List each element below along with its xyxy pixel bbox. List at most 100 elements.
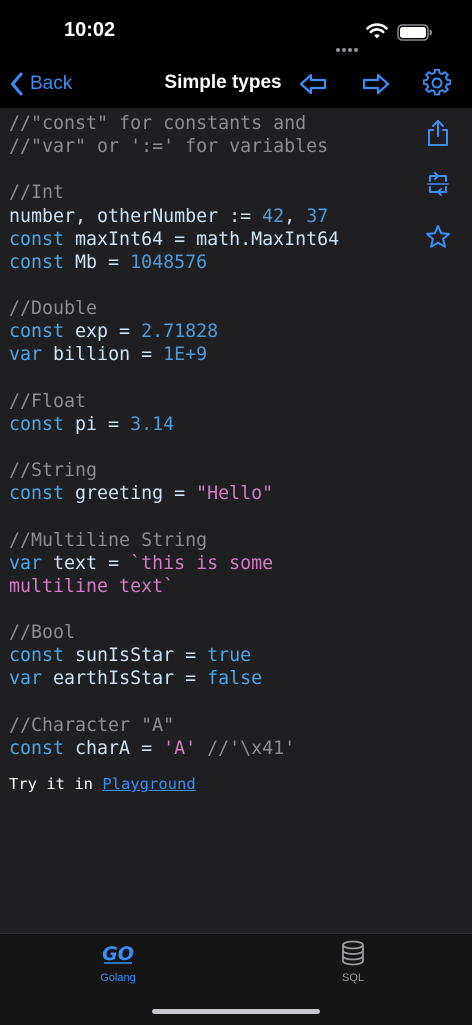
code-token: 3.14 xyxy=(130,413,175,435)
svg-text:GO: GO xyxy=(102,943,134,965)
code-line: //Float xyxy=(9,390,339,413)
wifi-icon xyxy=(366,23,388,39)
code-token: maxInt64 = math.MaxInt64 xyxy=(64,228,340,250)
battery-icon xyxy=(397,24,432,41)
code-line: //Multiline String xyxy=(9,529,339,552)
tab-golang-label: Golang xyxy=(100,972,136,984)
home-indicator xyxy=(152,1009,320,1014)
code-token: greeting = xyxy=(64,483,197,505)
code-line: const pi = 3.14 xyxy=(9,413,339,436)
code-line: const charA = 'A' //'\x41' xyxy=(9,737,339,760)
code-token: const xyxy=(9,483,65,505)
code-token: , xyxy=(284,205,307,227)
gear-icon[interactable] xyxy=(423,69,451,97)
code-line: //Bool xyxy=(9,621,339,644)
code-block: //"const" for constants and//"var" or ':… xyxy=(9,112,339,760)
code-token: //'\x41' xyxy=(196,737,296,759)
code-token: charA = xyxy=(64,737,164,759)
code-token: billion = xyxy=(42,344,164,366)
code-token: //Int xyxy=(9,182,65,204)
code-token: 2.71828 xyxy=(141,321,219,343)
code-line: var earthIsStar = false xyxy=(9,667,339,690)
tab-sql[interactable]: SQL xyxy=(293,940,413,984)
code-line: const Mb = 1048576 xyxy=(9,251,339,274)
page-title: Simple types xyxy=(164,72,282,93)
database-icon xyxy=(342,940,364,966)
code-token: var xyxy=(9,668,43,690)
code-token: var xyxy=(9,344,43,366)
code-token: //Bool xyxy=(9,622,76,644)
back-button[interactable]: Back xyxy=(10,68,72,100)
playground-link[interactable]: Playground xyxy=(102,775,195,793)
code-token: const xyxy=(9,645,65,667)
code-view: //"const" for constants and//"var" or ':… xyxy=(0,108,472,933)
code-token: //String xyxy=(9,460,98,482)
code-token: sunIsStar = xyxy=(64,645,208,667)
code-token: const xyxy=(9,321,65,343)
code-line: var billion = 1E+9 xyxy=(9,343,339,366)
share-icon[interactable] xyxy=(425,119,451,147)
playground-hint: Try it in Playground xyxy=(9,775,196,793)
code-token: 37 xyxy=(306,205,329,227)
chevron-left-icon xyxy=(11,72,23,96)
status-time: 10:02 xyxy=(64,19,116,41)
signal-dots-icon xyxy=(336,37,360,56)
code-line: const maxInt64 = math.MaxInt64 xyxy=(9,228,339,251)
code-token: 1048576 xyxy=(130,251,208,273)
back-label: Back xyxy=(30,73,73,94)
star-icon[interactable] xyxy=(425,224,451,250)
code-token: number, otherNumber := xyxy=(9,205,263,227)
tab-sql-label: SQL xyxy=(341,972,364,984)
code-token: //Character "A" xyxy=(9,714,175,736)
rotate-icon[interactable] xyxy=(425,171,451,197)
arrow-right-icon[interactable] xyxy=(362,72,390,96)
code-token: 1E+9 xyxy=(163,344,208,366)
status-bar: 10:02 xyxy=(0,0,472,60)
code-token: const xyxy=(9,228,65,250)
code-token: exp = xyxy=(64,321,142,343)
code-line: const greeting = "Hello" xyxy=(9,482,339,505)
code-line: //String xyxy=(9,459,339,482)
code-token: earthIsStar = xyxy=(42,668,208,690)
code-line: const exp = 2.71828 xyxy=(9,320,339,343)
code-line: //Double xyxy=(9,297,339,320)
arrow-left-icon[interactable] xyxy=(299,72,327,96)
code-token: pi = xyxy=(64,413,131,435)
code-token: 'A' xyxy=(163,737,197,759)
code-token: `this is some xyxy=(130,552,274,574)
code-token: //Multiline String xyxy=(9,529,208,551)
code-token: //"var" or ':=' for variables xyxy=(9,136,329,158)
code-line: multiline text` xyxy=(9,575,339,598)
code-token: const xyxy=(9,737,65,759)
code-line: number, otherNumber := 42, 37 xyxy=(9,205,339,228)
code-token: false xyxy=(207,668,263,690)
code-token: const xyxy=(9,413,65,435)
code-line: //Character "A" xyxy=(9,714,339,737)
code-token: "Hello" xyxy=(196,483,274,505)
playground-prefix: Try it in xyxy=(9,775,103,793)
code-line: //"var" or ':=' for variables xyxy=(9,135,339,158)
golang-icon: GO xyxy=(102,943,134,965)
code-token: 42 xyxy=(262,205,285,227)
code-line: var text = `this is some xyxy=(9,552,339,575)
code-line: //"const" for constants and xyxy=(9,112,339,135)
code-line: const sunIsStar = true xyxy=(9,644,339,667)
code-line: //Int xyxy=(9,181,339,204)
tab-golang[interactable]: GO Golang xyxy=(58,940,178,984)
code-token: var xyxy=(9,552,43,574)
code-token: text = xyxy=(42,552,131,574)
code-token: multiline text` xyxy=(9,575,175,597)
code-token: const xyxy=(9,251,65,273)
code-token: //Float xyxy=(9,390,87,412)
code-token: Mb = xyxy=(64,251,131,273)
code-token: //"const" for constants and xyxy=(9,113,307,134)
code-token: //Double xyxy=(9,298,98,320)
navigation-bar: Back Simple types xyxy=(0,60,472,108)
